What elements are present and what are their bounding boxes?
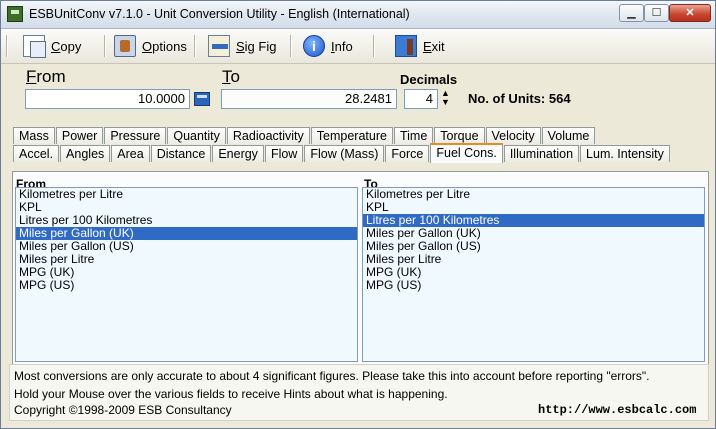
tab-temperature[interactable]: Temperature [310,127,393,144]
from-list-item[interactable]: Kilometres per Litre [16,188,357,201]
tabs-row-2: Accel. Angles Area Distance Energy Flow … [13,143,671,163]
copy-icon [23,35,46,58]
decimals-label: Decimals [400,72,458,87]
tab-velocity[interactable]: Velocity [485,127,541,144]
tab-flow-mass[interactable]: Flow (Mass) [304,145,385,162]
maximize-button[interactable]: ☐ [644,4,669,22]
copyright-text: Copyright ©1998-2009 ESB Consultancy [14,403,232,417]
tab-fuel-cons[interactable]: Fuel Cons. [430,143,503,163]
website-link[interactable]: http://www.esbcalc.com [538,403,696,417]
exit-icon [395,35,417,57]
sig-fig-button[interactable]: Sig Fig [208,32,276,60]
accuracy-note: Most conversions are only accurate to ab… [14,369,650,383]
options-icon [114,35,136,57]
from-units-list[interactable]: Kilometres per Litre KPL Litres per 100 Ki… [15,187,358,362]
toolbar: Copy Options Sig Fig i Info Exit [1,29,715,64]
decimals-input[interactable]: 4 [404,89,438,109]
copy-button[interactable]: Copy [23,32,81,60]
toolbar-separator [194,35,196,57]
from-list-item[interactable]: MPG (US) [16,279,357,292]
options-button[interactable]: Options [114,32,187,60]
tab-quantity[interactable]: Quantity [167,127,226,144]
tab-area[interactable]: Area [111,145,150,162]
to-list-item[interactable]: Kilometres per Litre [363,188,704,201]
hint-panel: Most conversions are only accurate to ab… [9,364,709,421]
app-icon[interactable] [7,6,23,22]
info-icon: i [303,35,325,57]
sig-fig-icon [208,35,230,57]
hint-note: Hold your Mouse over the various fields … [14,387,448,401]
calculator-icon[interactable] [194,92,210,106]
tab-mass[interactable]: Mass [13,127,55,144]
tab-torque[interactable]: Torque [434,127,485,144]
app-window: ESBUnitConv v7.1.0 - Unit Conversion Uti… [0,0,716,429]
units-count: No. of Units: 564 [468,91,571,106]
toolbar-separator [373,35,375,57]
to-units-list[interactable]: Kilometres per Litre KPL Litres per 100 Ki… [362,187,705,362]
info-button[interactable]: i Info [303,32,353,60]
decimals-spinner[interactable]: ▲ ▼ [441,89,451,107]
fuel-cons-panel: From Kilometres per Litre KPL Litres per 1… [12,171,709,365]
tab-power[interactable]: Power [55,127,104,144]
title-bar[interactable]: ESBUnitConv v7.1.0 - Unit Conversion Uti… [1,1,715,29]
tab-radioactivity[interactable]: Radioactivity [226,127,310,144]
tab-flow[interactable]: Flow [264,145,304,162]
from-label: From [26,67,66,86]
tab-angles[interactable]: Angles [60,145,111,162]
toolbar-separator [104,35,106,57]
tab-volume[interactable]: Volume [541,127,596,144]
close-button[interactable]: ✕ [669,4,711,22]
toolbar-separator [6,35,8,57]
window-title: ESBUnitConv v7.1.0 - Unit Conversion Uti… [29,7,410,21]
toolbar-separator [290,35,292,57]
tab-lum-intensity[interactable]: Lum. Intensity [580,145,670,162]
main-panel: From 10.0000 To 28.2481 Decimals 4 ▲ ▼ No… [9,65,709,421]
exit-button[interactable]: Exit [395,32,445,60]
tab-accel[interactable]: Accel. [13,145,60,162]
tab-energy[interactable]: Energy [212,145,264,162]
tab-pressure[interactable]: Pressure [104,127,167,144]
tab-force[interactable]: Force [385,145,430,162]
tab-illumination[interactable]: Illumination [503,145,580,162]
tab-distance[interactable]: Distance [150,145,212,162]
to-label: To [222,67,240,86]
from-value-input[interactable]: 10.0000 [25,89,190,109]
to-value-field[interactable]: 28.2481 [221,89,397,109]
minimize-button[interactable]: ▁ [619,4,644,22]
tabs-row-1: Mass Power Pressure Quantity Radioactivi… [13,127,596,145]
tab-time[interactable]: Time [393,127,434,144]
to-list-item[interactable]: MPG (US) [363,279,704,292]
